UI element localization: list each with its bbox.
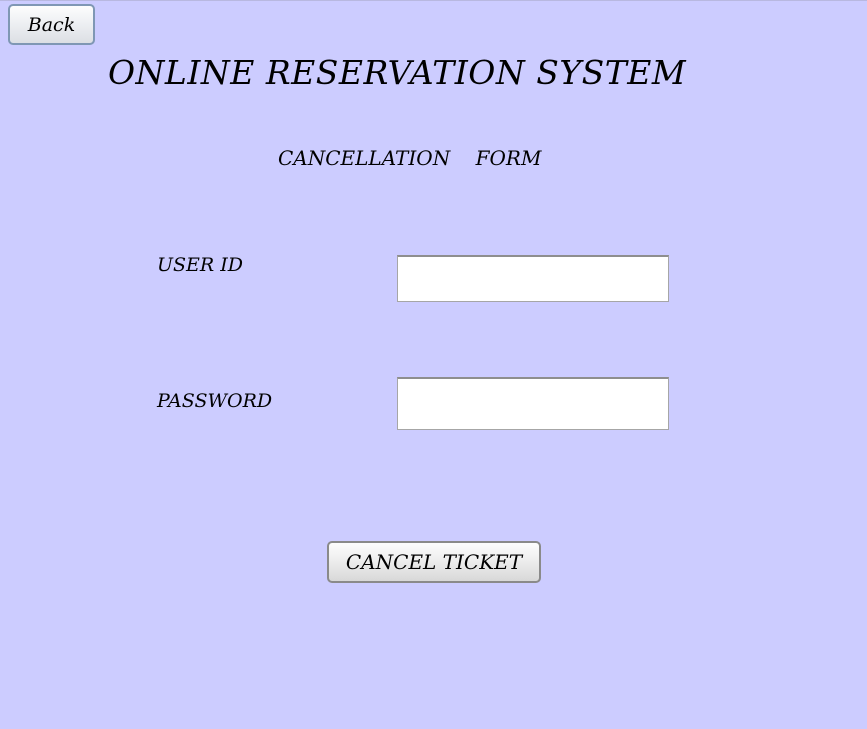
page-title: ONLINE RESERVATION SYSTEM [108, 53, 687, 92]
password-input[interactable] [397, 377, 669, 430]
back-button[interactable]: Back [8, 4, 95, 45]
user-id-input[interactable] [397, 255, 669, 302]
form-subtitle: CANCELLATION FORM [278, 146, 542, 170]
user-id-label: USER ID [157, 254, 243, 276]
cancellation-form-window: Back ONLINE RESERVATION SYSTEM CANCELLAT… [0, 0, 867, 729]
password-label: PASSWORD [157, 390, 273, 412]
cancel-ticket-button[interactable]: CANCEL TICKET [327, 541, 541, 583]
